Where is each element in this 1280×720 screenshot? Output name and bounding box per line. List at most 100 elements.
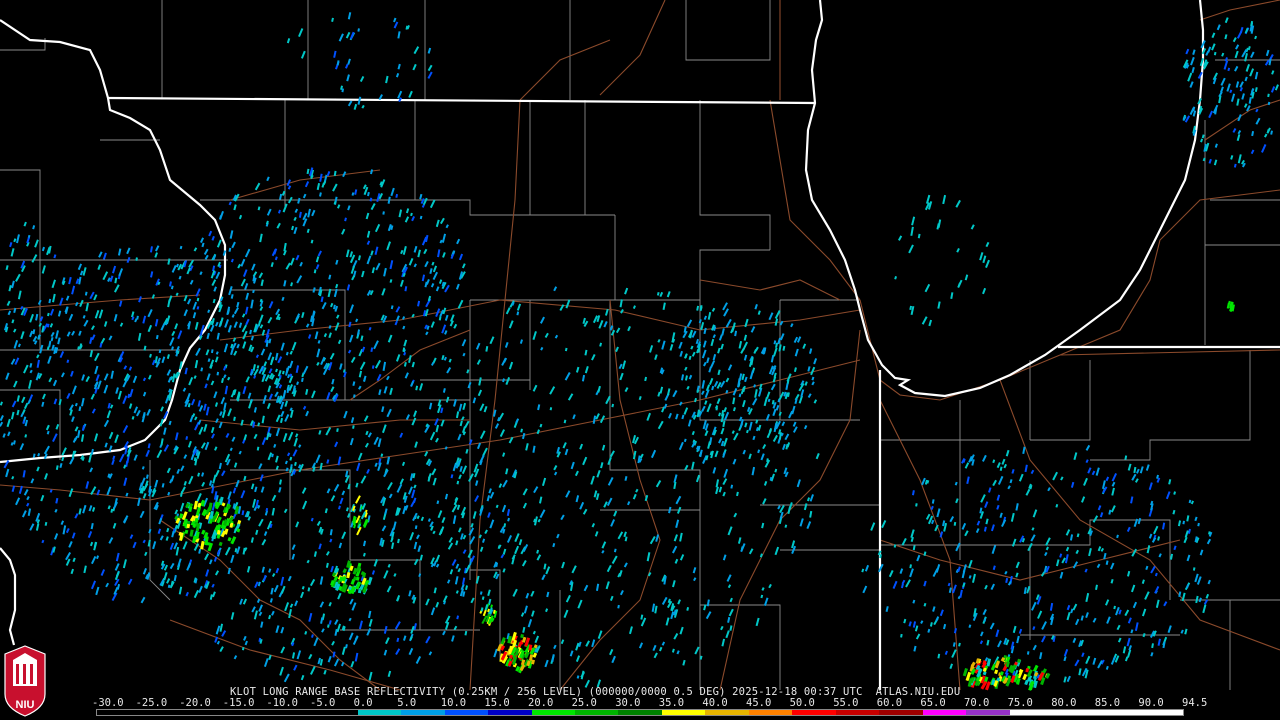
colorbar-swatch [386, 710, 402, 715]
colorbar-swatch [676, 710, 691, 715]
colorbar-swatch [806, 710, 822, 715]
colorbar-swatch [864, 710, 880, 715]
colorbar-label: 80.0 [1051, 697, 1077, 709]
colorbar-swatch [951, 710, 967, 715]
colorbar-label: 75.0 [1007, 697, 1033, 709]
colorbar-label: 5.0 [397, 697, 417, 709]
colorbar-swatch [1110, 710, 1126, 715]
colorbar-label: 65.0 [920, 697, 946, 709]
colorbar-swatch [1024, 710, 1039, 715]
colorbar-swatch [140, 710, 155, 715]
colorbar-swatch [603, 710, 619, 715]
colorbar-swatch [1139, 710, 1155, 715]
colorbar-swatch [270, 710, 286, 715]
colorbar-swatch [299, 710, 315, 715]
colorbar-label: 15.0 [484, 697, 510, 709]
colorbar-swatch [734, 710, 749, 715]
colorbar-swatch [560, 710, 575, 715]
colorbar-swatch [618, 710, 633, 715]
colorbar-swatch [328, 710, 344, 715]
colorbar-swatch [473, 710, 489, 715]
colorbar-label: -25.0 [135, 697, 168, 709]
colorbar-label: 50.0 [789, 697, 815, 709]
colorbar-swatch [198, 710, 213, 715]
colorbar-label: -30.0 [92, 697, 124, 709]
colorbar-labels: -30.0 -25.0 -20.0 -15.0 -10.0 -5.0 0.0 5.0 10.0 1… [92, 697, 1207, 709]
colorbar-swatch [835, 710, 851, 715]
colorbar-label: 35.0 [658, 697, 685, 709]
colorbar-label: 60.0 [876, 697, 903, 709]
colorbar-swatch [661, 710, 677, 715]
colorbar-swatch [343, 710, 358, 715]
colorbar-swatch [1168, 710, 1184, 715]
colorbar-swatch [372, 710, 387, 715]
colorbar [96, 709, 1184, 716]
colorbar-swatch [1067, 710, 1082, 715]
colorbar-label: 85.0 [1094, 697, 1121, 709]
colorbar-swatch [1096, 710, 1111, 715]
colorbar-swatch [937, 710, 952, 715]
colorbar-swatch [748, 710, 764, 715]
colorbar-swatch [444, 710, 460, 715]
colorbar-swatch [647, 710, 662, 715]
colorbar-swatch [589, 710, 604, 715]
colorbar-swatch [719, 710, 735, 715]
colorbar-swatch [459, 710, 474, 715]
colorbar-label: -20.0 [179, 697, 211, 709]
colorbar-swatch [415, 710, 431, 715]
colorbar-swatch [125, 710, 141, 715]
colorbar-swatch [212, 710, 228, 715]
niu-logo: NIU [4, 645, 46, 717]
colorbar-label: 10.0 [440, 697, 467, 709]
colorbar-swatch [430, 710, 445, 715]
colorbar-swatch [893, 710, 909, 715]
colorbar-swatch [183, 710, 199, 715]
colorbar-label: -15.0 [222, 697, 255, 709]
colorbar-swatch [763, 710, 778, 715]
colorbar-swatch [1125, 710, 1140, 715]
svg-text:NIU: NIU [16, 699, 35, 711]
colorbar-swatch [227, 710, 242, 715]
colorbar-swatch [1081, 710, 1097, 715]
colorbar-swatch [1052, 710, 1068, 715]
colorbar-swatch [705, 710, 720, 715]
colorbar-swatch [285, 710, 300, 715]
colorbar-swatch [632, 710, 648, 715]
colorbar-label: -5.0 [310, 697, 336, 709]
radar-map: NIU [0, 0, 1280, 720]
colorbar-swatch [1154, 710, 1169, 715]
colorbar-swatch [314, 710, 329, 715]
colorbar-swatch [241, 710, 257, 715]
colorbar-swatch [256, 710, 271, 715]
colorbar-label: 90.0 [1138, 697, 1164, 709]
colorbar-label: 94.5 [1182, 697, 1208, 709]
colorbar-swatch [401, 710, 416, 715]
colorbar-swatch [879, 710, 894, 715]
colorbar-label: 0.0 [353, 697, 373, 709]
colorbar-label: 25.0 [571, 697, 597, 709]
colorbar-swatch [777, 710, 793, 715]
colorbar-label: 30.0 [615, 697, 641, 709]
colorbar-swatch [922, 710, 938, 715]
colorbar-swatch [908, 710, 923, 715]
colorbar-swatch [517, 710, 532, 715]
colorbar-swatch [574, 710, 590, 715]
colorbar-swatch [1038, 710, 1053, 715]
colorbar-swatch [169, 710, 184, 715]
colorbar-swatch [97, 710, 112, 715]
colorbar-swatch [966, 710, 981, 715]
colorbar-swatch [821, 710, 836, 715]
colorbar-swatch [850, 710, 865, 715]
colorbar-swatch [690, 710, 706, 715]
colorbar-label: 45.0 [746, 697, 772, 709]
colorbar-label: -10.0 [266, 697, 298, 709]
colorbar-swatch [111, 710, 126, 715]
colorbar-swatch [488, 710, 503, 715]
colorbar-label: 40.0 [702, 697, 728, 709]
colorbar-swatch [154, 710, 170, 715]
colorbar-swatch [792, 710, 807, 715]
colorbar-swatch [546, 710, 561, 715]
colorbar-label: 55.0 [833, 697, 859, 709]
colorbar-swatch [531, 710, 547, 715]
colorbar-label: 70.0 [964, 697, 990, 709]
